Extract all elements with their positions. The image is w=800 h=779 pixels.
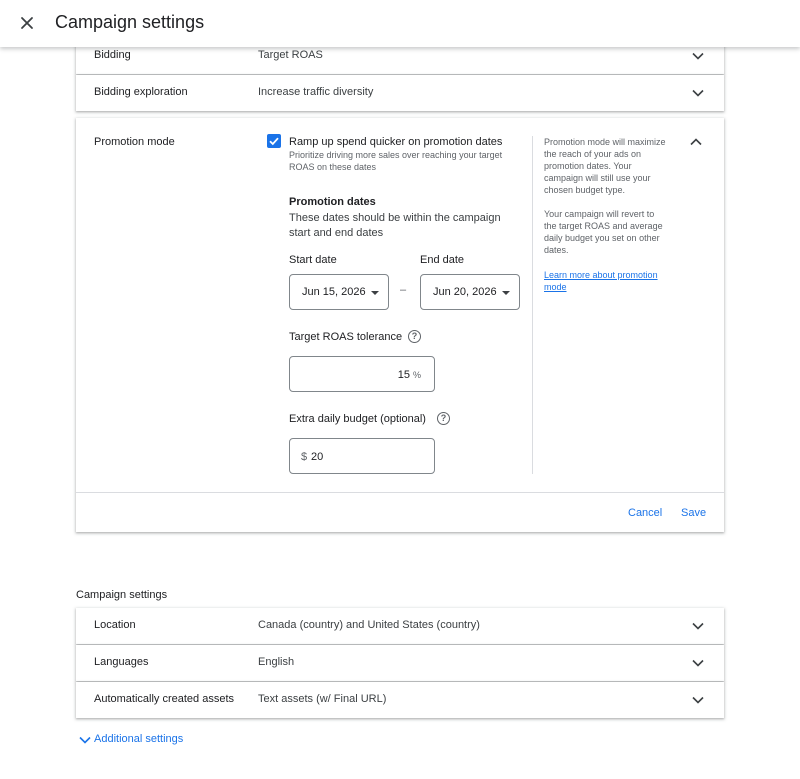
- panel-footer-divider: [76, 492, 724, 493]
- end-date-picker[interactable]: Jun 20, 2026: [420, 274, 520, 310]
- info-line: Promotion mode will maximize: [544, 137, 666, 147]
- row-value: English: [258, 656, 295, 668]
- row-value: Increase traffic diversity: [258, 86, 374, 98]
- help-icon[interactable]: ?: [408, 330, 421, 343]
- extra-budget-input[interactable]: $ 20: [289, 438, 435, 474]
- promotion-dates-description: start and end dates: [289, 227, 384, 239]
- section-title: Campaign settings: [76, 589, 168, 601]
- start-date-label: Start date: [289, 254, 337, 266]
- row-value: Text assets (w/ Final URL): [258, 693, 387, 705]
- chevron-down-icon[interactable]: [690, 618, 706, 634]
- row-label: Languages: [94, 656, 149, 668]
- extra-budget-value: 20: [311, 451, 324, 463]
- panel-divider: [532, 136, 533, 474]
- percent-suffix: %: [412, 370, 421, 380]
- tolerance-input[interactable]: 15 %: [289, 356, 435, 392]
- save-button[interactable]: Save: [681, 507, 706, 519]
- info-line: the reach of your ads on: [544, 149, 642, 159]
- help-icon[interactable]: ?: [437, 412, 450, 425]
- chevron-down-icon[interactable]: [690, 85, 706, 101]
- tolerance-value: 15: [397, 369, 410, 381]
- row-label: Bidding exploration: [94, 86, 188, 98]
- cancel-button[interactable]: Cancel: [628, 507, 662, 519]
- row-value: Target ROAS: [258, 49, 323, 61]
- check-icon: [269, 137, 279, 146]
- learn-more-link[interactable]: Learn more about promotion: [544, 270, 658, 280]
- row-label: Automatically created assets: [94, 693, 235, 705]
- date-range-dash: –: [400, 284, 407, 296]
- settings-row-automatically-created-assets[interactable]: Automatically created assets Text assets…: [76, 682, 724, 718]
- settings-row-languages[interactable]: Languages English: [76, 645, 724, 681]
- chevron-down-icon[interactable]: [690, 48, 706, 64]
- checkbox-description-line: Prioritize driving more sales over reach…: [289, 150, 503, 160]
- info-line: Your campaign will revert to: [544, 209, 655, 219]
- settings-row-location[interactable]: Location Canada (country) and United Sta…: [76, 608, 724, 644]
- row-value: Canada (country) and United States (coun…: [258, 619, 480, 631]
- close-icon[interactable]: [15, 11, 39, 35]
- dropdown-arrow-icon: [371, 291, 379, 295]
- chevron-down-icon[interactable]: [690, 655, 706, 671]
- info-line: daily budget you set on other: [544, 233, 660, 243]
- info-line: promotion dates. Your: [544, 161, 632, 171]
- info-line: the target ROAS and average: [544, 221, 663, 231]
- checkbox-description-line: ROAS on these dates: [289, 162, 377, 172]
- promotion-dates-description: These dates should be within the campaig…: [289, 212, 501, 224]
- promotion-checkbox[interactable]: [267, 134, 281, 148]
- promotion-mode-label: Promotion mode: [94, 136, 175, 148]
- end-date-label: End date: [420, 254, 465, 266]
- extra-budget-label: Extra daily budget (optional): [289, 413, 426, 425]
- promotion-dates-title: Promotion dates: [289, 196, 376, 208]
- end-date-value: Jun 20, 2026: [433, 286, 497, 298]
- settings-row-bidding-exploration[interactable]: Bidding exploration Increase traffic div…: [76, 75, 724, 111]
- row-label: Bidding: [94, 49, 131, 61]
- learn-more-link[interactable]: mode: [544, 282, 567, 292]
- info-line: chosen budget type.: [544, 185, 626, 195]
- row-label: Location: [94, 619, 136, 631]
- top-app-bar: Campaign settings: [0, 0, 800, 47]
- chevron-down-icon: [77, 732, 93, 748]
- dropdown-arrow-icon: [502, 291, 510, 295]
- additional-settings-label: Additional settings: [94, 733, 184, 745]
- start-date-picker[interactable]: Jun 15, 2026: [289, 274, 389, 310]
- chevron-up-icon[interactable]: [688, 134, 704, 150]
- info-line: dates.: [544, 245, 569, 255]
- currency-prefix: $: [301, 451, 308, 463]
- start-date-value: Jun 15, 2026: [302, 286, 366, 298]
- tolerance-label: Target ROAS tolerance: [289, 331, 403, 343]
- chevron-down-icon[interactable]: [690, 692, 706, 708]
- info-line: campaign will still use your: [544, 173, 651, 183]
- page-title: Campaign settings: [55, 12, 205, 32]
- checkbox-label[interactable]: Ramp up spend quicker on promotion dates: [289, 136, 502, 148]
